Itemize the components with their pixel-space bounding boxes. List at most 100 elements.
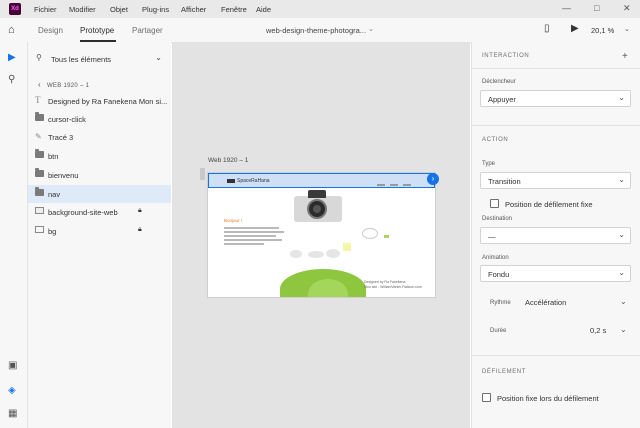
toolbar: ⌂ Design Prototype Partager web-design-t… <box>0 18 640 43</box>
menu-plugins[interactable]: Plug-ins <box>142 5 169 14</box>
text-icon: T <box>35 95 41 105</box>
image-icon <box>35 207 45 216</box>
tool-bar: ▶ ⚲ ▣ ◈ ▦ <box>0 42 28 428</box>
speech-bubble-shape <box>362 228 378 239</box>
easing-value[interactable]: Accélération <box>525 298 566 307</box>
cloud-shape <box>308 251 324 258</box>
menu-file[interactable]: Fichier <box>34 5 57 14</box>
home-icon[interactable]: ⌂ <box>8 24 15 36</box>
text-line <box>224 243 264 245</box>
footer-credits: Designed by Ra Fanekena Mon site : Willi… <box>364 280 422 290</box>
camera-illustration <box>294 190 342 224</box>
site-logo-label: SpaceRaHana <box>237 178 270 184</box>
duration-value[interactable]: 0,2 s <box>590 326 606 335</box>
layer-item[interactable]: ✎ Tracé 3 <box>28 128 171 146</box>
layer-filter[interactable]: ⚲ Tous les éléments ⌄ <box>33 52 164 66</box>
lock-icon[interactable]: 🔒︎ <box>138 226 142 234</box>
type-label: Type <box>482 161 496 167</box>
layer-item[interactable]: T Designed by Ra Fanekena Mon si... <box>28 92 171 110</box>
layer-name: background-site-web <box>48 208 118 217</box>
play-icon[interactable]: ▶ <box>571 23 579 34</box>
green-tag-shape <box>384 235 389 238</box>
menu-help[interactable]: Aide <box>256 5 271 14</box>
mobile-preview-icon[interactable]: ▯ <box>544 23 550 34</box>
animation-dropdown[interactable]: Fondu ⌄ <box>480 265 631 282</box>
layer-name: Tracé 3 <box>48 133 74 142</box>
layer-item[interactable]: bienvenu <box>28 166 171 184</box>
zoom-tool-icon[interactable]: ⚲ <box>8 74 15 85</box>
footer-line: Mon site : WilliamVanier.Flaticon.com <box>364 285 422 289</box>
minimize-button[interactable]: — <box>562 3 571 13</box>
animation-label: Animation <box>482 255 509 261</box>
layer-item[interactable]: cursor-click <box>28 110 171 128</box>
rectangle-icon <box>35 226 45 235</box>
duration-label: Durée <box>490 328 507 334</box>
chevron-down-icon[interactable]: ⌄ <box>368 25 374 33</box>
interaction-header: INTERACTION <box>482 53 530 59</box>
folder-icon <box>35 168 45 179</box>
sticky-note-shape <box>343 243 351 251</box>
property-inspector: INTERACTION + Déclencheur Appuyer ⌄ ACTI… <box>471 42 640 428</box>
zoom-chevron-icon[interactable]: ⌄ <box>624 25 630 33</box>
destination-dropdown[interactable]: — ⌄ <box>480 227 631 244</box>
document-title[interactable]: web-design-theme-photogra... <box>266 26 366 35</box>
plugins-icon[interactable]: ▦ <box>8 408 17 419</box>
tab-design[interactable]: Design <box>38 26 63 35</box>
type-value: Transition <box>488 177 521 186</box>
menu-window[interactable]: Fenêtre <box>221 5 247 14</box>
trigger-value: Appuyer <box>488 95 516 104</box>
document-assets-icon[interactable]: ▣ <box>8 360 17 371</box>
trigger-dropdown[interactable]: Appuyer ⌄ <box>480 90 631 107</box>
lock-icon[interactable]: 🔒︎ <box>138 207 142 215</box>
preserve-scroll-label: Position de défilement fixe <box>505 200 593 209</box>
fixed-position-label: Position fixe lors du défilement <box>497 394 599 403</box>
chevron-down-icon: ⌄ <box>618 268 625 277</box>
prototype-wire-handle-icon[interactable]: › <box>427 173 439 185</box>
path-icon: ✎ <box>35 132 42 141</box>
layer-name: nav <box>48 190 61 199</box>
menu-edit[interactable]: Modifier <box>69 5 96 14</box>
breadcrumb-label: WEB 1920 – 1 <box>46 83 90 89</box>
chevron-down-icon[interactable]: ⌄ <box>620 325 627 334</box>
type-dropdown[interactable]: Transition ⌄ <box>480 172 631 189</box>
layer-name: cursor-click <box>48 115 86 124</box>
preserve-scroll-checkbox[interactable] <box>490 199 499 208</box>
nav-group-selected[interactable]: SpaceRaHana <box>208 173 435 188</box>
layer-item-selected[interactable]: nav <box>28 185 171 203</box>
wire-handle[interactable] <box>200 168 205 180</box>
layer-item[interactable]: bg 🔒︎ <box>28 222 171 240</box>
layer-item[interactable]: btn <box>28 147 171 165</box>
divider <box>472 68 640 69</box>
layer-item[interactable]: background-site-web 🔒︎ <box>28 203 171 221</box>
chevron-down-icon[interactable]: ⌄ <box>620 297 627 306</box>
artboard-label[interactable]: Web 1920 – 1 <box>208 157 248 164</box>
chevron-down-icon: ⌄ <box>618 93 625 102</box>
animation-value: Fondu <box>488 270 510 279</box>
filter-label: Tous les éléments <box>51 55 112 64</box>
layers-panel: ⚲ Tous les éléments ⌄ ‹ WEB 1920 – 1 T De… <box>28 42 171 428</box>
text-line <box>224 231 284 233</box>
zoom-level[interactable]: 20,1 % <box>591 26 614 35</box>
breadcrumb[interactable]: ‹ WEB 1920 – 1 <box>38 80 89 89</box>
cloud-shape <box>326 249 340 258</box>
nav-links <box>377 179 427 186</box>
artboard[interactable]: SpaceRaHana Bonjour ! Designed by Ra Fan… <box>207 172 436 298</box>
cloud-shape <box>290 250 302 258</box>
maximize-button[interactable]: □ <box>594 3 599 13</box>
tab-share[interactable]: Partager <box>132 26 163 35</box>
action-header: ACTION <box>482 137 509 143</box>
canvas[interactable]: Web 1920 – 1 SpaceRaHana Bonjour ! Desig… <box>172 42 470 428</box>
add-interaction-icon[interactable]: + <box>622 51 628 62</box>
menu-view[interactable]: Afficher <box>181 5 206 14</box>
fixed-position-checkbox[interactable] <box>482 393 491 402</box>
close-window-button[interactable]: ✕ <box>623 3 631 14</box>
divider <box>472 125 640 126</box>
layers-icon[interactable]: ◈ <box>8 385 16 396</box>
text-line <box>224 235 276 237</box>
menu-object[interactable]: Objet <box>110 5 128 14</box>
divider <box>472 355 640 356</box>
layer-name: bienvenu <box>48 171 79 180</box>
tab-prototype[interactable]: Prototype <box>80 26 114 35</box>
select-tool-icon[interactable]: ▶ <box>8 52 16 63</box>
back-arrow-icon[interactable]: ‹ <box>38 80 41 89</box>
